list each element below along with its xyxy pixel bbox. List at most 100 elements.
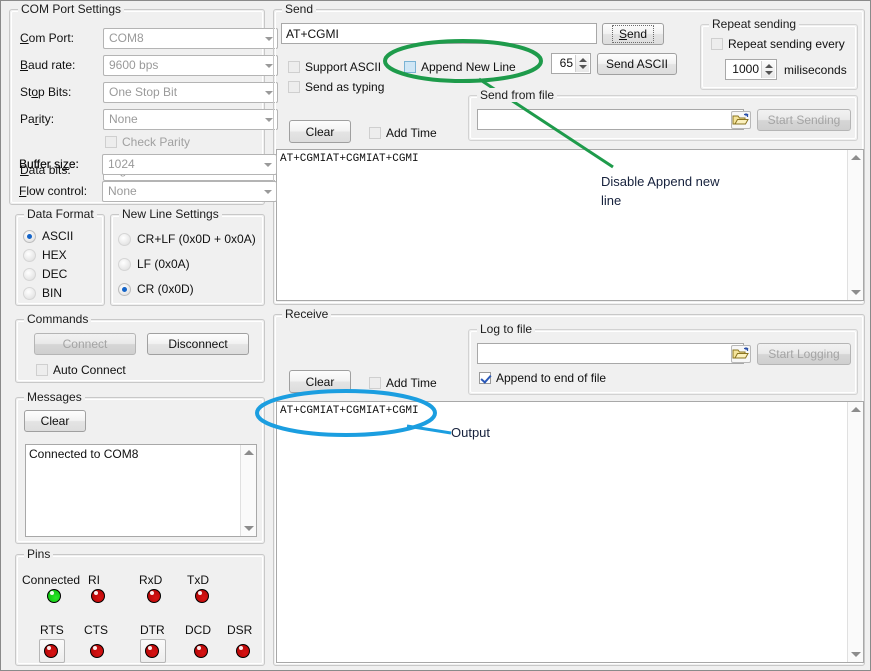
com-port-label: Com Port: — [20, 31, 74, 45]
radio-crlf[interactable]: CR+LF (0x0D + 0x0A) — [118, 232, 256, 246]
checkbox-box — [288, 61, 300, 73]
receive-add-time-label: Add Time — [386, 376, 437, 390]
auto-connect-checkbox[interactable]: Auto Connect — [36, 363, 126, 377]
com-port-settings-title: COM Port Settings — [18, 2, 124, 16]
repeat-sending-checkbox[interactable]: Repeat sending every — [711, 37, 845, 51]
spinner-down-icon[interactable] — [765, 71, 773, 75]
buffer-size-label-2: Buffer size: — [19, 157, 79, 171]
pin-dsr-label: DSR — [227, 623, 252, 637]
append-new-line-checkbox[interactable]: Append New Line — [404, 60, 516, 74]
radio-hex[interactable]: HEX — [23, 248, 67, 262]
send-log-scrollbar[interactable] — [847, 150, 863, 300]
start-sending-button[interactable]: Start Sending — [757, 109, 851, 131]
chevron-down-icon — [265, 118, 273, 122]
pin-txd-label: TxD — [187, 573, 209, 587]
checkbox-box — [369, 127, 381, 139]
receive-log-scrollbar[interactable] — [847, 402, 863, 662]
spinner-up-icon[interactable] — [579, 58, 587, 62]
chevron-down-icon — [265, 91, 273, 95]
pin-rxd-label: RxD — [139, 573, 162, 587]
messages-log[interactable]: Connected to COM8 — [25, 444, 257, 537]
append-to-end-label: Append to end of file — [496, 371, 606, 385]
spinner-up-icon[interactable] — [765, 64, 773, 68]
send-from-file-browse-button[interactable] — [731, 111, 751, 129]
chevron-down-icon — [264, 163, 272, 167]
scroll-up-icon[interactable] — [851, 407, 861, 412]
support-ascii-checkbox[interactable]: Support ASCII — [288, 60, 381, 74]
repeat-sending-group: Repeat sending Repeat sending every 1000… — [700, 24, 858, 90]
check-parity-checkbox[interactable]: Check Parity — [105, 135, 190, 149]
data-format-title: Data Format — [24, 207, 97, 221]
pin-connected-label: Connected — [22, 573, 80, 587]
send-input[interactable]: AT+CGMI — [281, 23, 597, 44]
disconnect-button[interactable]: Disconnect — [147, 333, 249, 355]
send-log[interactable]: AT+CGMIAT+CGMIAT+CGMI — [276, 149, 864, 301]
connect-button[interactable]: Connect — [34, 333, 136, 355]
send-ascii-button[interactable]: Send ASCII — [597, 53, 677, 75]
send-from-file-path-input[interactable] — [477, 109, 744, 130]
checkbox-box — [479, 372, 491, 384]
receive-clear-button[interactable]: Clear — [289, 370, 351, 393]
radio-ascii[interactable]: ASCII — [23, 229, 73, 243]
baud-rate-combo[interactable]: 9600 bps — [103, 55, 278, 76]
flow-control-combo[interactable]: None — [102, 181, 277, 202]
radio-bin-label: BIN — [42, 286, 62, 300]
radio-cr[interactable]: CR (0x0D) — [118, 282, 194, 296]
radio-lf[interactable]: LF (0x0A) — [118, 257, 190, 271]
messages-clear-button[interactable]: Clear — [24, 410, 86, 432]
spinner-down-icon[interactable] — [579, 65, 587, 69]
baud-rate-label: Baud rate: — [20, 58, 75, 72]
send-add-time-checkbox[interactable]: Add Time — [369, 126, 437, 140]
radio-circle — [23, 287, 36, 300]
scroll-down-icon[interactable] — [244, 526, 254, 531]
repeat-unit-label: miliseconds — [784, 63, 847, 77]
check-parity-label: Check Parity — [122, 135, 190, 149]
receive-log[interactable]: AT+CGMIAT+CGMIAT+CGMI — [276, 401, 864, 663]
log-to-file-path-input[interactable] — [477, 343, 744, 364]
scroll-up-icon[interactable] — [244, 450, 254, 455]
scroll-down-icon[interactable] — [851, 290, 861, 295]
receive-add-time-checkbox[interactable]: Add Time — [369, 376, 437, 390]
radio-dec[interactable]: DEC — [23, 267, 67, 281]
send-as-typing-checkbox[interactable]: Send as typing — [288, 80, 384, 94]
annotation-blue-text: Output — [451, 423, 490, 442]
send-from-file-group: Send from file Start Sending — [468, 95, 858, 141]
radio-circle — [23, 268, 36, 281]
pins-group: Pins Connected RI RxD TxD RTS CTS DTR DC… — [15, 554, 265, 666]
receive-group: Receive Clear Add Time Log to file — [273, 314, 865, 666]
radio-hex-label: HEX — [42, 248, 67, 262]
pin-dsr-led — [236, 644, 250, 658]
pin-dtr-label: DTR — [140, 623, 165, 637]
spinner-arrows[interactable] — [575, 55, 589, 72]
parity-combo[interactable]: None — [103, 109, 278, 130]
send-clear-label: Clear — [306, 125, 335, 139]
folder-open-icon — [732, 112, 750, 128]
buffer-size-combo[interactable]: 1024 — [102, 154, 277, 175]
radio-lf-label: LF (0x0A) — [137, 257, 190, 271]
repeat-interval-spinner[interactable]: 1000 — [725, 59, 777, 80]
stop-bits-combo[interactable]: One Stop Bit — [103, 82, 278, 103]
send-button[interactable]: Send — [602, 23, 664, 45]
messages-scrollbar[interactable] — [240, 445, 256, 536]
pin-rxd-led — [147, 589, 161, 603]
log-to-file-browse-button[interactable] — [731, 345, 751, 363]
scroll-down-icon[interactable] — [851, 652, 861, 657]
com-port-settings-group: COM Port Settings Com Port: COM8 Baud ra… — [9, 9, 265, 205]
radio-bin[interactable]: BIN — [23, 286, 62, 300]
pin-rts-led — [44, 644, 58, 658]
append-to-end-checkbox[interactable]: Append to end of file — [479, 371, 606, 385]
commands-group: Commands Connect Disconnect Auto Connect — [15, 319, 265, 383]
radio-ascii-label: ASCII — [42, 229, 73, 243]
flow-control-value: None — [108, 184, 137, 198]
radio-crlf-label: CR+LF (0x0D + 0x0A) — [137, 232, 256, 246]
send-clear-button[interactable]: Clear — [289, 120, 351, 143]
com-port-combo[interactable]: COM8 — [103, 28, 278, 49]
repeat-sending-title: Repeat sending — [709, 17, 799, 31]
spinner-arrows[interactable] — [761, 61, 775, 78]
scroll-up-icon[interactable] — [851, 155, 861, 160]
ascii-code-spinner[interactable]: 65 — [551, 53, 591, 74]
pin-ri-label: RI — [88, 573, 100, 587]
start-logging-button[interactable]: Start Logging — [757, 343, 851, 365]
support-ascii-label: Support ASCII — [305, 60, 381, 74]
commands-title: Commands — [24, 312, 91, 326]
